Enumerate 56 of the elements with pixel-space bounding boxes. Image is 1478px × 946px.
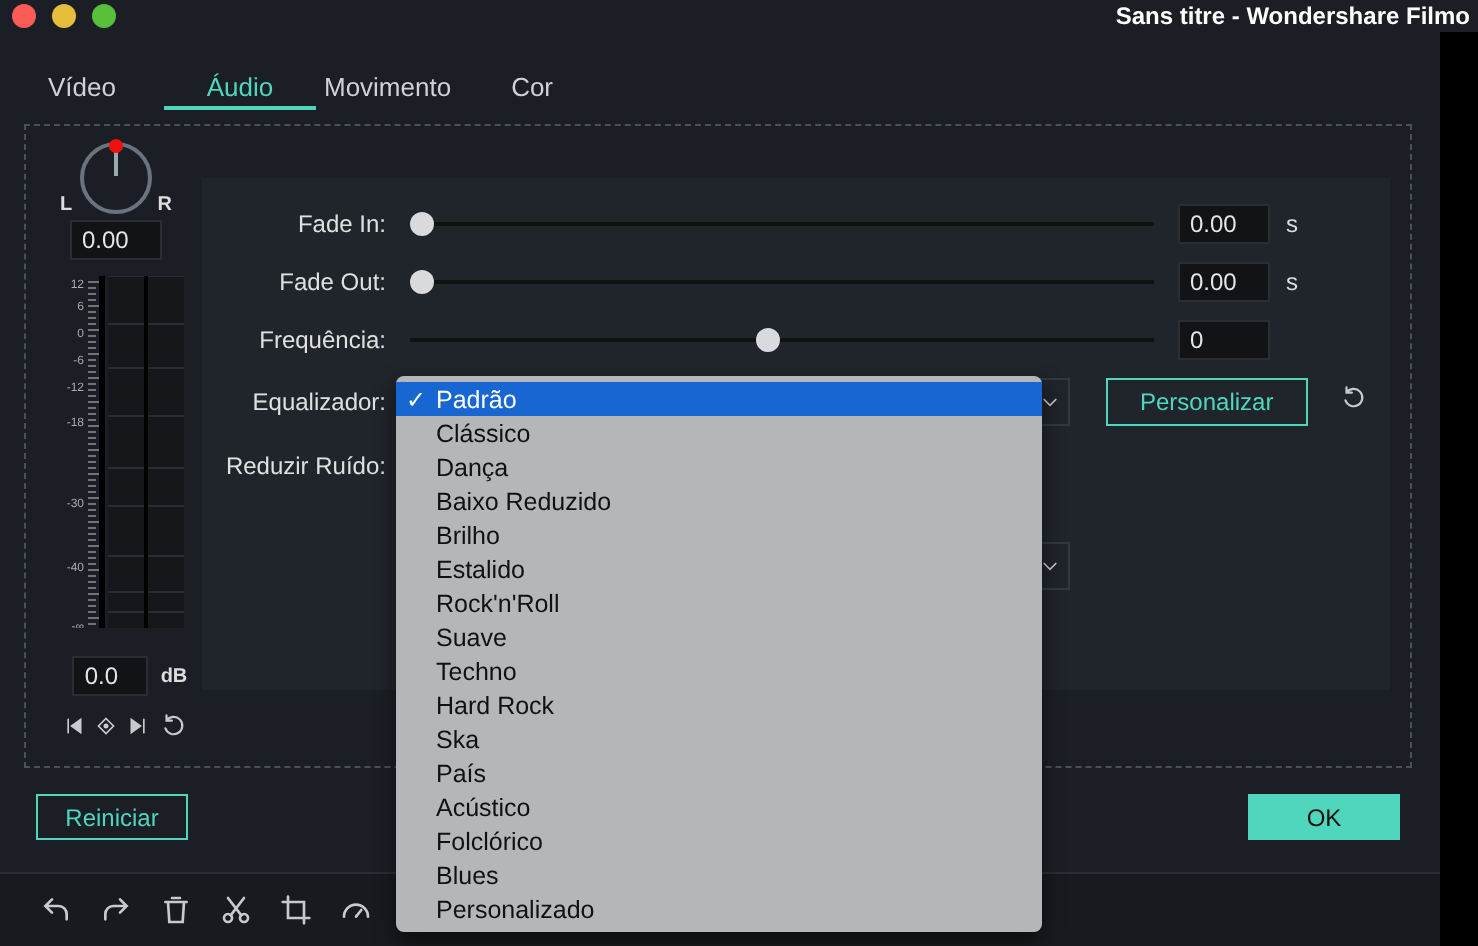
redo-icon[interactable] [100,894,132,926]
menu-item[interactable]: Dança [396,450,1042,484]
slider-label: Fade Out: [277,267,386,295]
volume-field[interactable]: 0.0 [72,656,149,696]
tab[interactable]: Vídeo [40,72,124,110]
reset-button[interactable]: Reiniciar [36,794,188,840]
slider-thumb[interactable] [755,327,780,351]
slider-label: Fade In: [295,209,386,237]
menu-item[interactable]: Blues [396,858,1042,892]
crop-icon[interactable] [280,894,312,926]
customize-button[interactable]: Personalizar [1106,378,1308,426]
unit-label: s [1286,209,1298,237]
left-label: L [60,194,73,216]
zoom-button[interactable] [92,4,116,28]
tab[interactable]: Movimento [315,72,460,110]
menu-item[interactable]: Brilho [396,518,1042,552]
value-field[interactable]: 0.00 [1178,203,1270,243]
reset-icon[interactable] [159,712,185,738]
value-field[interactable]: 0.00 [1178,261,1270,301]
menu-item[interactable]: Folclórico [396,824,1042,858]
undo-icon[interactable] [40,894,72,926]
slider-label: Frequência: [257,325,386,353]
pan-field[interactable]: 0.00 [70,220,162,260]
ok-button[interactable]: OK [1248,794,1400,840]
menu-item[interactable]: País [396,756,1042,790]
menu-item[interactable]: Estalido [396,552,1042,586]
menu-item[interactable]: Clássico [396,416,1042,450]
value-field[interactable]: 0 [1178,319,1270,359]
keyframe-icon[interactable] [95,715,115,735]
menu-item[interactable]: Suave [396,620,1042,654]
slider-thumb[interactable] [410,269,434,293]
menu-item[interactable]: Hard Rock [396,688,1042,722]
scissors-icon[interactable] [220,894,252,926]
trash-icon[interactable] [160,894,192,926]
menu-item[interactable]: Baixo Reduzido [396,484,1042,518]
slider-thumb[interactable] [410,211,434,235]
reset-icon[interactable] [1339,384,1366,410]
unit-label: s [1286,267,1298,295]
right-label: R [157,194,172,216]
next-keyframe-icon[interactable] [127,715,147,735]
tab[interactable]: Cor [503,72,562,110]
unit-label: dB [160,665,188,687]
noise-label: Reduzir Ruído: [223,452,386,480]
menu-item[interactable]: Acústico [396,790,1042,824]
previous-keyframe-icon[interactable] [63,715,83,735]
menu-item[interactable]: Techno [396,654,1042,688]
equalizer-label: Equalizador: [250,388,386,416]
window-title: Sans titre - Wondershare Filmo [1115,2,1470,30]
pan-knob[interactable] [76,138,156,214]
menu-item[interactable]: ✓ Padrão [396,382,1042,416]
check-mark: ✓ [406,385,426,413]
menu-item[interactable]: Rock'n'Roll [396,586,1042,620]
minimize-button[interactable] [52,4,76,28]
close-button[interactable] [12,4,36,28]
menu-item[interactable]: Ska [396,722,1042,756]
tab[interactable]: Áudio [163,72,316,110]
